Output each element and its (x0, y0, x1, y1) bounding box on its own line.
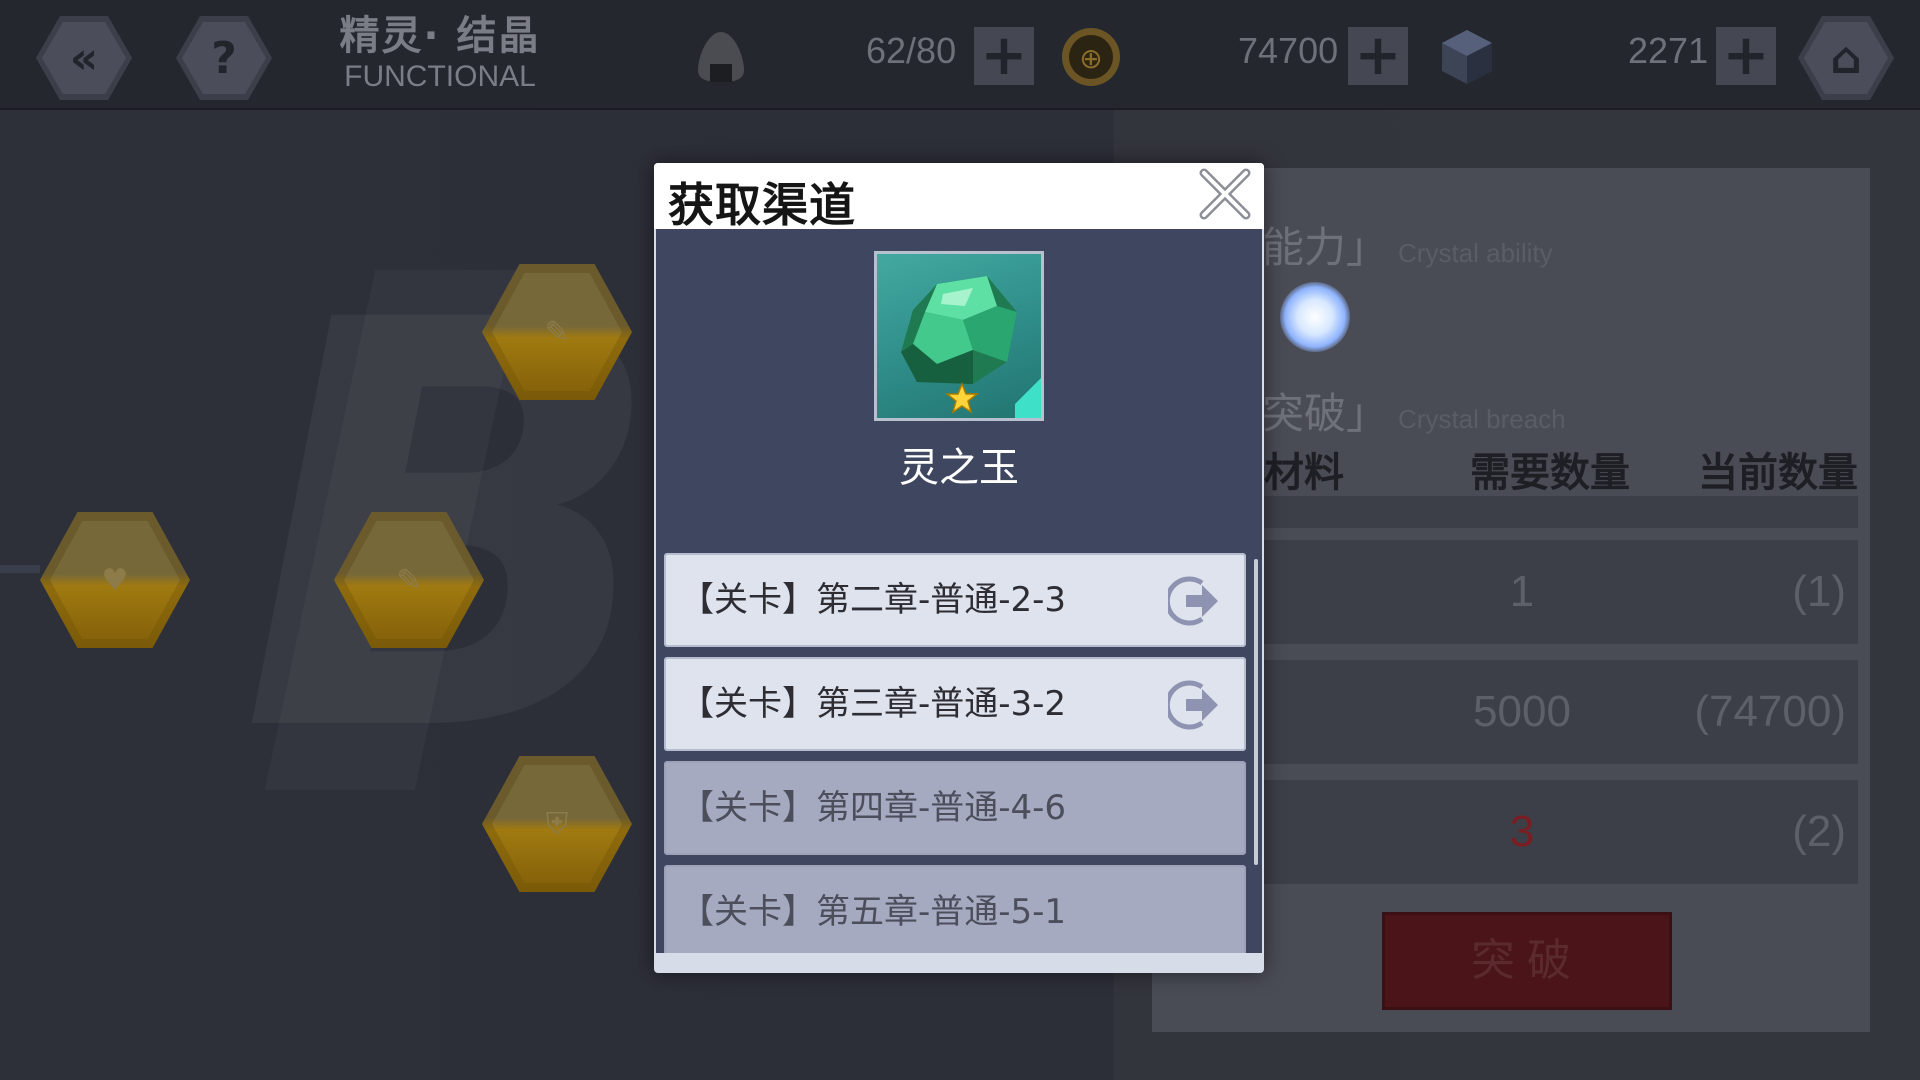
current-count: (74700) (1694, 687, 1846, 736)
svg-text:⊕: ⊕ (1079, 42, 1102, 75)
add-coin-button[interactable]: + (1348, 27, 1408, 85)
col-material: 材料 (1264, 450, 1344, 496)
home-icon: ⌂ (1830, 32, 1862, 84)
source-label: 【关卡】第五章-普通-5-1 (680, 892, 1067, 932)
riceball-icon (698, 32, 744, 82)
close-icon (1199, 168, 1251, 220)
table-row: 1 (1) (1262, 540, 1858, 644)
dialog-body: 灵之玉 【关卡】第二章-普通-2-3 【关卡】第三章-普通-3-2 【关卡】第四… (656, 229, 1262, 953)
gold-coin-icon: ⊕ (1062, 28, 1120, 86)
source-label: 【关卡】第四章-普通-4-6 (680, 788, 1067, 828)
crystal-value: 2271 (1628, 30, 1709, 71)
coin-value: 74700 (1238, 30, 1339, 71)
close-button[interactable] (1196, 165, 1254, 223)
page-title-cn: 精灵· 结晶 (339, 13, 541, 59)
back-button[interactable]: « (36, 16, 132, 100)
home-button[interactable]: ⌂ (1798, 16, 1894, 100)
goto-arrow-icon[interactable] (1168, 575, 1222, 627)
item-slot (874, 251, 1044, 421)
crystal-ability-title: 能力」 Crystal ability (1262, 223, 1553, 272)
table-row: 3 (2) (1262, 780, 1858, 884)
dialog-header: 获取渠道 (654, 163, 1264, 232)
page-title-en: FUNCTIONAL (344, 60, 536, 93)
shield-icon: ⛨ (492, 765, 622, 883)
back-arrow-icon: « (69, 32, 99, 84)
page-title: 精灵· 结晶 FUNCTIONAL (330, 12, 550, 94)
source-row[interactable]: 【关卡】第三章-普通-3-2 (664, 657, 1246, 751)
col-current: 当前数量 (1698, 450, 1858, 496)
source-label: 【关卡】第三章-普通-3-2 (680, 684, 1067, 724)
required-count: 5000 (1473, 687, 1571, 736)
source-list: 【关卡】第二章-普通-2-3 【关卡】第三章-普通-3-2 【关卡】第四章-普通… (664, 553, 1248, 953)
table-row-header-strip (1262, 496, 1858, 528)
item-name: 灵之玉 (899, 445, 1019, 491)
source-label: 【关卡】第二章-普通-2-3 (680, 580, 1067, 620)
source-row[interactable]: 【关卡】第二章-普通-2-3 (664, 553, 1246, 647)
required-count: 3 (1509, 807, 1535, 856)
crystal-cube-icon (1442, 30, 1492, 84)
source-list-scrollbar[interactable] (1254, 559, 1258, 865)
goto-arrow-icon[interactable] (1168, 679, 1222, 731)
col-required: 需要数量 (1470, 450, 1630, 496)
acquire-source-dialog: 获取渠道 灵之玉 【关卡】第二章-普通-2-3 【关卡】第三章-普通-3-2 【… (654, 163, 1264, 973)
heart-icon: ♥ (50, 521, 180, 639)
skill-node-heart[interactable]: ♥ (40, 512, 190, 648)
source-row-locked: 【关卡】第五章-普通-5-1 (664, 865, 1246, 953)
decor-line (0, 565, 40, 573)
top-bar: « ? 精灵· 结晶 FUNCTIONAL 62/80 + ⊕ 74700 + … (0, 0, 1920, 110)
required-count: 1 (1509, 567, 1535, 616)
stamina-value: 62/80 (866, 30, 957, 71)
question-icon: ? (211, 32, 237, 84)
current-count: (1) (1792, 567, 1846, 616)
add-crystal-button[interactable]: + (1716, 27, 1776, 85)
table-row: 5000 (74700) (1262, 660, 1858, 764)
source-row-locked: 【关卡】第四章-普通-4-6 (664, 761, 1246, 855)
breach-button[interactable]: 突破 (1382, 912, 1672, 1010)
sword-icon: ✎ (492, 273, 622, 391)
dialog-title: 获取渠道 (668, 178, 856, 232)
add-stamina-button[interactable]: + (974, 27, 1034, 85)
help-button[interactable]: ? (176, 16, 272, 100)
current-count: (2) (1792, 807, 1846, 856)
sword-icon: ✎ (344, 521, 474, 639)
star-icon (945, 382, 979, 414)
crystal-breach-title: 突破」 Crystal breach (1262, 389, 1566, 438)
sparkle-effect (1280, 282, 1350, 352)
